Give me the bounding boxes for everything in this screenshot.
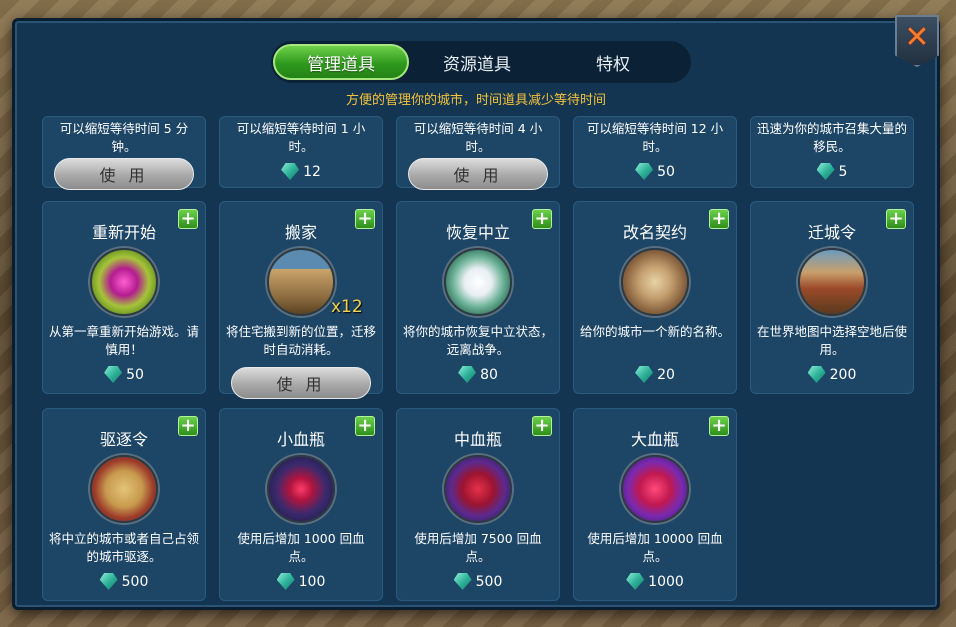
item-card: 可以缩短等待时间 5 分钟。 使 用 <box>42 116 206 190</box>
add-button[interactable]: + <box>709 209 729 229</box>
use-button[interactable]: 使 用 <box>231 367 371 399</box>
item-description: 在世界地图中选择空地后使用。 <box>756 324 907 357</box>
price-value: 500 <box>121 573 149 590</box>
price-value: 5 <box>838 163 848 180</box>
item-card-move-city: 迁城令 + 在世界地图中选择空地后使用。 200 <box>750 201 914 394</box>
item-card-relocate-house: 搬家 + x12 将住宅搬到新的位置，迁移时自动消耗。 使 用 <box>219 201 383 399</box>
price-value: 50 <box>126 366 144 383</box>
gem-icon <box>635 366 654 383</box>
item-description: 将中立的城市或者自己占领的城市驱逐。 <box>48 531 199 564</box>
item-description: 可以缩短等待时间 1 小时。 <box>236 121 366 154</box>
item-price: 20 <box>573 366 737 383</box>
use-button[interactable]: 使 用 <box>408 158 548 190</box>
item-price: 500 <box>396 573 560 590</box>
gem-icon <box>816 163 835 180</box>
gem-icon <box>281 163 300 180</box>
close-button[interactable]: ✕ <box>895 15 939 67</box>
gem-icon <box>276 573 295 590</box>
item-price: 50 <box>42 366 206 383</box>
dove-icon <box>444 248 512 316</box>
gem-icon <box>635 163 654 180</box>
item-description: 可以缩短等待时间 4 小时。 <box>413 121 543 154</box>
item-card-medium-potion: 中血瓶 + 使用后增加 7500 回血点。 500 <box>396 408 560 601</box>
medium-potion-icon <box>444 455 512 523</box>
gem-icon <box>99 573 118 590</box>
item-price: 200 <box>750 366 914 383</box>
add-button[interactable]: + <box>709 416 729 436</box>
map-sword-icon <box>90 455 158 523</box>
item-description: 可以缩短等待时间 12 小时。 <box>586 121 724 154</box>
tab-privileges[interactable]: 特权 <box>545 44 681 80</box>
item-card-restart: 重新开始 + 从第一章重新开始游戏。请慎用！ 50 <box>42 201 206 394</box>
add-button[interactable]: + <box>355 416 375 436</box>
restart-icon <box>90 248 158 316</box>
gem-icon <box>104 366 123 383</box>
item-price: 1000 <box>573 573 737 590</box>
item-description: 使用后增加 10000 回血点。 <box>587 531 723 564</box>
item-shop-dialog: 管理道具 资源道具 特权 方便的管理你的城市，时间道具减少等待时间 ✕ 可以缩短… <box>12 15 940 610</box>
scroll-quill-icon <box>621 248 689 316</box>
house-raft-icon <box>267 248 335 316</box>
item-card: 可以缩短等待时间 4 小时。 使 用 <box>396 116 560 190</box>
add-button[interactable]: + <box>355 209 375 229</box>
item-card: 可以缩短等待时间 12 小时。 50 <box>573 116 737 188</box>
item-description: 使用后增加 7500 回血点。 <box>414 531 542 564</box>
large-potion-icon <box>621 455 689 523</box>
tab-bar: 管理道具 资源道具 特权 <box>271 41 691 83</box>
item-card-small-potion: 小血瓶 + 使用后增加 1000 回血点。 100 <box>219 408 383 601</box>
item-description: 可以缩短等待时间 5 分钟。 <box>59 121 189 154</box>
item-price: 50 <box>573 163 737 180</box>
item-price: 500 <box>42 573 206 590</box>
item-price: 100 <box>219 573 383 590</box>
item-description: 从第一章重新开始游戏。请慎用！ <box>48 324 199 357</box>
add-button[interactable]: + <box>886 209 906 229</box>
item-card-rename-contract: 改名契约 + 给你的城市一个新的名称。 20 <box>573 201 737 394</box>
gem-icon <box>453 573 472 590</box>
price-value: 12 <box>303 163 321 180</box>
price-value: 200 <box>829 366 857 383</box>
add-button[interactable]: + <box>178 416 198 436</box>
item-card-restore-neutral: 恢复中立 + 将你的城市恢复中立状态，远离战争。 80 <box>396 201 560 394</box>
use-button[interactable]: 使 用 <box>54 158 194 190</box>
item-description: 迅速为你的城市召集大量的移民。 <box>756 121 907 154</box>
item-card-expulsion: 驱逐令 + 将中立的城市或者自己占领的城市驱逐。 500 <box>42 408 206 601</box>
tab-management-items[interactable]: 管理道具 <box>273 44 409 80</box>
price-value: 100 <box>298 573 326 590</box>
item-description: 将你的城市恢复中立状态，远离战争。 <box>402 324 553 357</box>
gem-icon <box>626 573 645 590</box>
price-value: 500 <box>475 573 503 590</box>
gem-icon <box>807 366 826 383</box>
item-price: 12 <box>219 163 383 180</box>
add-button[interactable]: + <box>532 416 552 436</box>
item-card: 迅速为你的城市召集大量的移民。 5 <box>750 116 914 188</box>
small-potion-icon <box>267 455 335 523</box>
price-value: 80 <box>480 366 498 383</box>
item-card: 可以缩短等待时间 1 小时。 12 <box>219 116 383 188</box>
add-button[interactable]: + <box>178 209 198 229</box>
price-value: 1000 <box>648 573 684 590</box>
item-description: 给你的城市一个新的名称。 <box>579 324 730 339</box>
tab-resource-items[interactable]: 资源道具 <box>409 44 545 80</box>
wagon-icon <box>798 248 866 316</box>
price-value: 20 <box>657 366 675 383</box>
item-description: 将住宅搬到新的位置，迁移时自动消耗。 <box>225 324 376 357</box>
add-button[interactable]: + <box>532 209 552 229</box>
item-price: 5 <box>750 163 914 180</box>
item-description: 使用后增加 1000 回血点。 <box>237 531 365 564</box>
item-price: 80 <box>396 366 560 383</box>
price-value: 50 <box>657 163 675 180</box>
tab-description: 方便的管理你的城市，时间道具减少等待时间 <box>345 93 606 108</box>
gem-icon <box>458 366 477 383</box>
item-quantity: x12 <box>331 297 363 317</box>
close-icon: ✕ <box>904 20 930 55</box>
item-card-large-potion: 大血瓶 + 使用后增加 10000 回血点。 1000 <box>573 408 737 601</box>
